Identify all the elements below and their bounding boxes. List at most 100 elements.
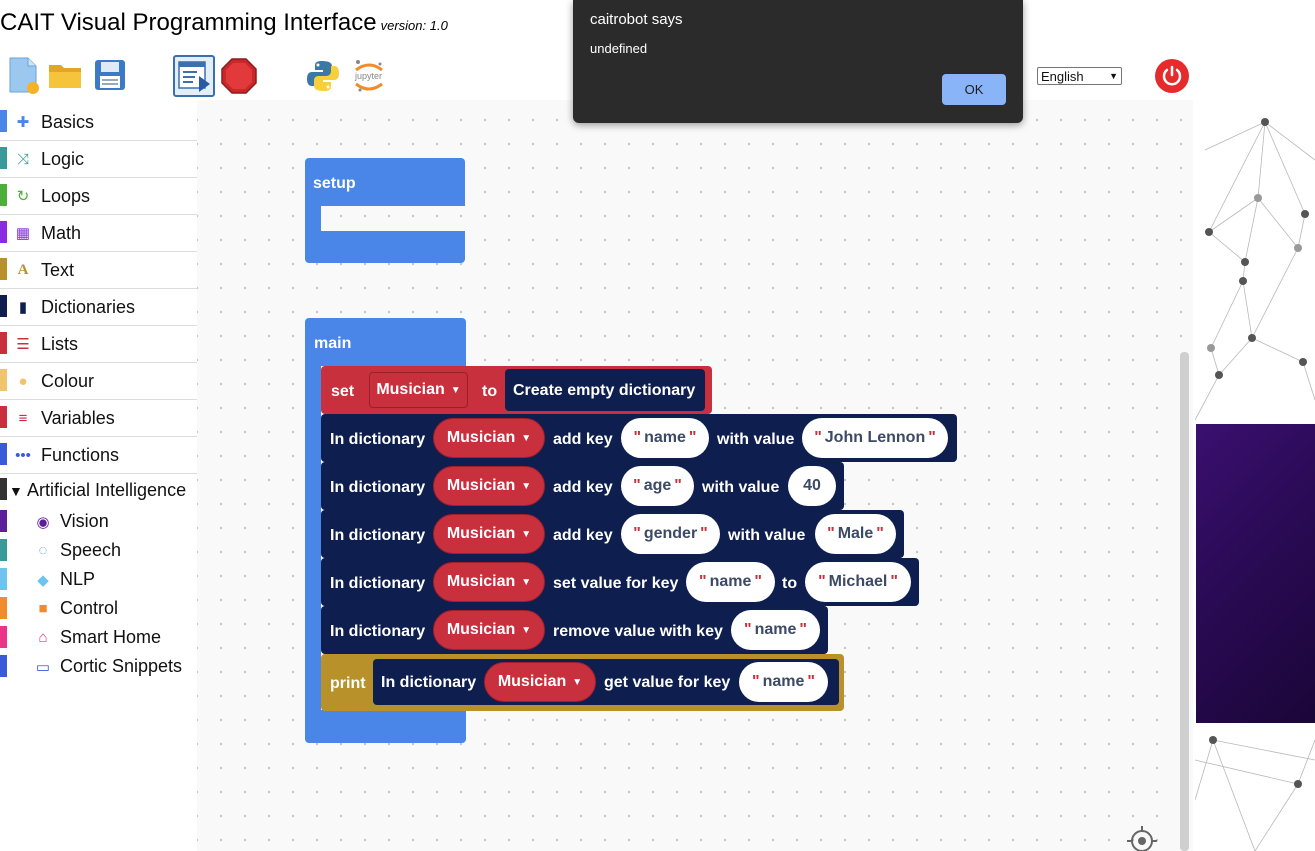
subcategory-cortic-snippets[interactable]: ▭ Cortic Snippets — [0, 652, 197, 681]
setup-block-footer — [305, 231, 465, 263]
value-string-input[interactable]: " Male " — [815, 514, 896, 554]
new-file-icon[interactable] — [6, 56, 42, 96]
quote-mark: " — [700, 525, 708, 542]
category-label: Lists — [41, 333, 79, 354]
jupyter-icon[interactable]: jupyter — [352, 58, 386, 94]
run-icon[interactable] — [173, 55, 215, 97]
python-icon[interactable] — [305, 58, 341, 94]
category-dictionaries[interactable]: ▮ Dictionaries — [0, 289, 197, 326]
value-string-input[interactable]: " John Lennon " — [802, 418, 948, 458]
set-variable-block[interactable]: set Musician ▼ to Create empty dictionary — [321, 366, 712, 414]
category-logic[interactable]: ⤨ Logic — [0, 141, 197, 178]
category-loops[interactable]: ↻ Loops — [0, 178, 197, 215]
category-color-bar — [0, 626, 7, 648]
quote-mark: " — [799, 621, 807, 638]
category-artificial-intelligence[interactable]: ▼ Artificial Intelligence — [0, 474, 197, 507]
dict-add-key-block[interactable]: In dictionary Musician ▼ add key " age " wi… — [321, 462, 844, 510]
value-number-input[interactable]: 40 — [788, 466, 836, 506]
category-text[interactable]: A Text — [0, 252, 197, 289]
dict-add-key-block[interactable]: In dictionary Musician ▼ add key " gender "… — [321, 510, 904, 558]
category-color-bar — [0, 147, 7, 169]
category-basics[interactable]: ✚ Basics — [0, 104, 197, 141]
variable-dropdown[interactable]: Musician ▼ — [433, 514, 545, 554]
value-string-input[interactable]: " Michael " — [805, 562, 911, 602]
power-icon[interactable] — [1155, 59, 1189, 93]
variable-name: Musician — [446, 429, 516, 446]
stop-icon[interactable] — [221, 58, 257, 94]
category-colour[interactable]: ● Colour — [0, 363, 197, 400]
dict-get-value-block[interactable]: In dictionary Musician ▼ get value for ke… — [373, 659, 839, 705]
to-label: to — [782, 575, 798, 592]
category-label: Vision — [60, 511, 109, 531]
create-empty-dictionary-block[interactable]: Create empty dictionary — [505, 369, 705, 411]
print-label: print — [330, 675, 366, 692]
language-select[interactable]: English ▼ — [1037, 67, 1122, 85]
key-string-input[interactable]: " name " — [686, 562, 775, 602]
in-dictionary-label: In dictionary — [381, 674, 477, 691]
text-icon: A — [17, 261, 29, 278]
key-string-input[interactable]: " age " — [621, 466, 694, 506]
key-text: name — [754, 621, 797, 638]
category-color-bar — [0, 510, 7, 532]
subcategory-speech[interactable]: ◌ Speech — [0, 536, 197, 565]
dict-remove-key-block[interactable]: In dictionary Musician ▼ remove value wit… — [321, 606, 828, 654]
variable-dropdown[interactable]: Musician ▼ — [369, 372, 468, 408]
open-folder-icon[interactable] — [47, 58, 83, 92]
category-math[interactable]: ▦ Math — [0, 215, 197, 252]
setup-block[interactable]: setup — [305, 158, 465, 206]
book-icon: ▮ — [18, 299, 28, 316]
dict-set-value-block[interactable]: In dictionary Musician ▼ set value for ke… — [321, 558, 919, 606]
category-lists[interactable]: ☰ Lists — [0, 326, 197, 363]
variable-dropdown[interactable]: Musician ▼ — [433, 562, 545, 602]
quote-mark: " — [890, 573, 898, 590]
chevron-down-icon: ▼ — [521, 432, 532, 444]
key-text: name — [762, 673, 805, 690]
expand-triangle-icon[interactable]: ▼ — [9, 483, 23, 499]
recenter-icon[interactable] — [1127, 826, 1157, 851]
main-block[interactable]: main — [305, 318, 466, 366]
quote-mark: " — [699, 573, 707, 590]
variable-name: Musician — [446, 525, 516, 542]
variable-name: Musician — [446, 621, 516, 638]
variable-dropdown[interactable]: Musician ▼ — [433, 418, 545, 458]
quote-mark: " — [744, 621, 752, 638]
subcategory-nlp[interactable]: ◆ NLP — [0, 565, 197, 594]
calculator-icon: ▦ — [15, 225, 31, 242]
key-string-input[interactable]: " name " — [731, 610, 820, 650]
dict-add-key-block[interactable]: In dictionary Musician ▼ add key " name " w… — [321, 414, 957, 462]
add-key-label: add key — [553, 527, 613, 544]
camera-preview — [1196, 424, 1315, 723]
category-functions[interactable]: ••• Functions — [0, 437, 197, 474]
workspace-scrollbar[interactable] — [1180, 352, 1189, 851]
set-label: set — [331, 383, 355, 400]
quote-mark: " — [807, 673, 815, 690]
chevron-down-icon: ▼ — [521, 528, 532, 540]
quote-mark: " — [633, 477, 641, 494]
category-label: Basics — [41, 111, 95, 132]
variable-name: Musician — [497, 673, 567, 690]
key-string-input[interactable]: " gender " — [621, 514, 720, 554]
category-label: Artificial Intelligence — [27, 480, 187, 500]
category-variables[interactable]: ≡ Variables — [0, 400, 197, 437]
key-string-input[interactable]: " name " — [739, 662, 828, 702]
ear-icon: ◌ — [38, 542, 48, 559]
subcategory-smart-home[interactable]: ⌂ Smart Home — [0, 623, 197, 652]
ok-button[interactable]: OK — [942, 74, 1006, 105]
key-string-input[interactable]: " name " — [621, 418, 709, 458]
category-color-bar — [0, 332, 7, 354]
subcategory-vision[interactable]: ◉ Vision — [0, 507, 197, 536]
variable-name: Musician — [446, 477, 516, 494]
print-block[interactable]: print In dictionary Musician ▼ get value … — [321, 654, 844, 711]
variable-dropdown[interactable]: Musician ▼ — [433, 610, 545, 650]
category-color-bar — [0, 443, 7, 465]
subcategory-control[interactable]: ■ Control — [0, 594, 197, 623]
app-title-text: CAIT Visual Programming Interface — [0, 9, 377, 36]
main-block-arm — [305, 366, 321, 711]
home-icon: ⌂ — [38, 629, 48, 646]
variable-dropdown[interactable]: Musician ▼ — [433, 466, 545, 506]
category-label: Loops — [41, 185, 91, 206]
variable-dropdown[interactable]: Musician ▼ — [484, 662, 596, 702]
chat-icon: ◆ — [37, 571, 49, 589]
save-icon[interactable] — [93, 58, 127, 92]
category-color-bar — [0, 110, 7, 132]
